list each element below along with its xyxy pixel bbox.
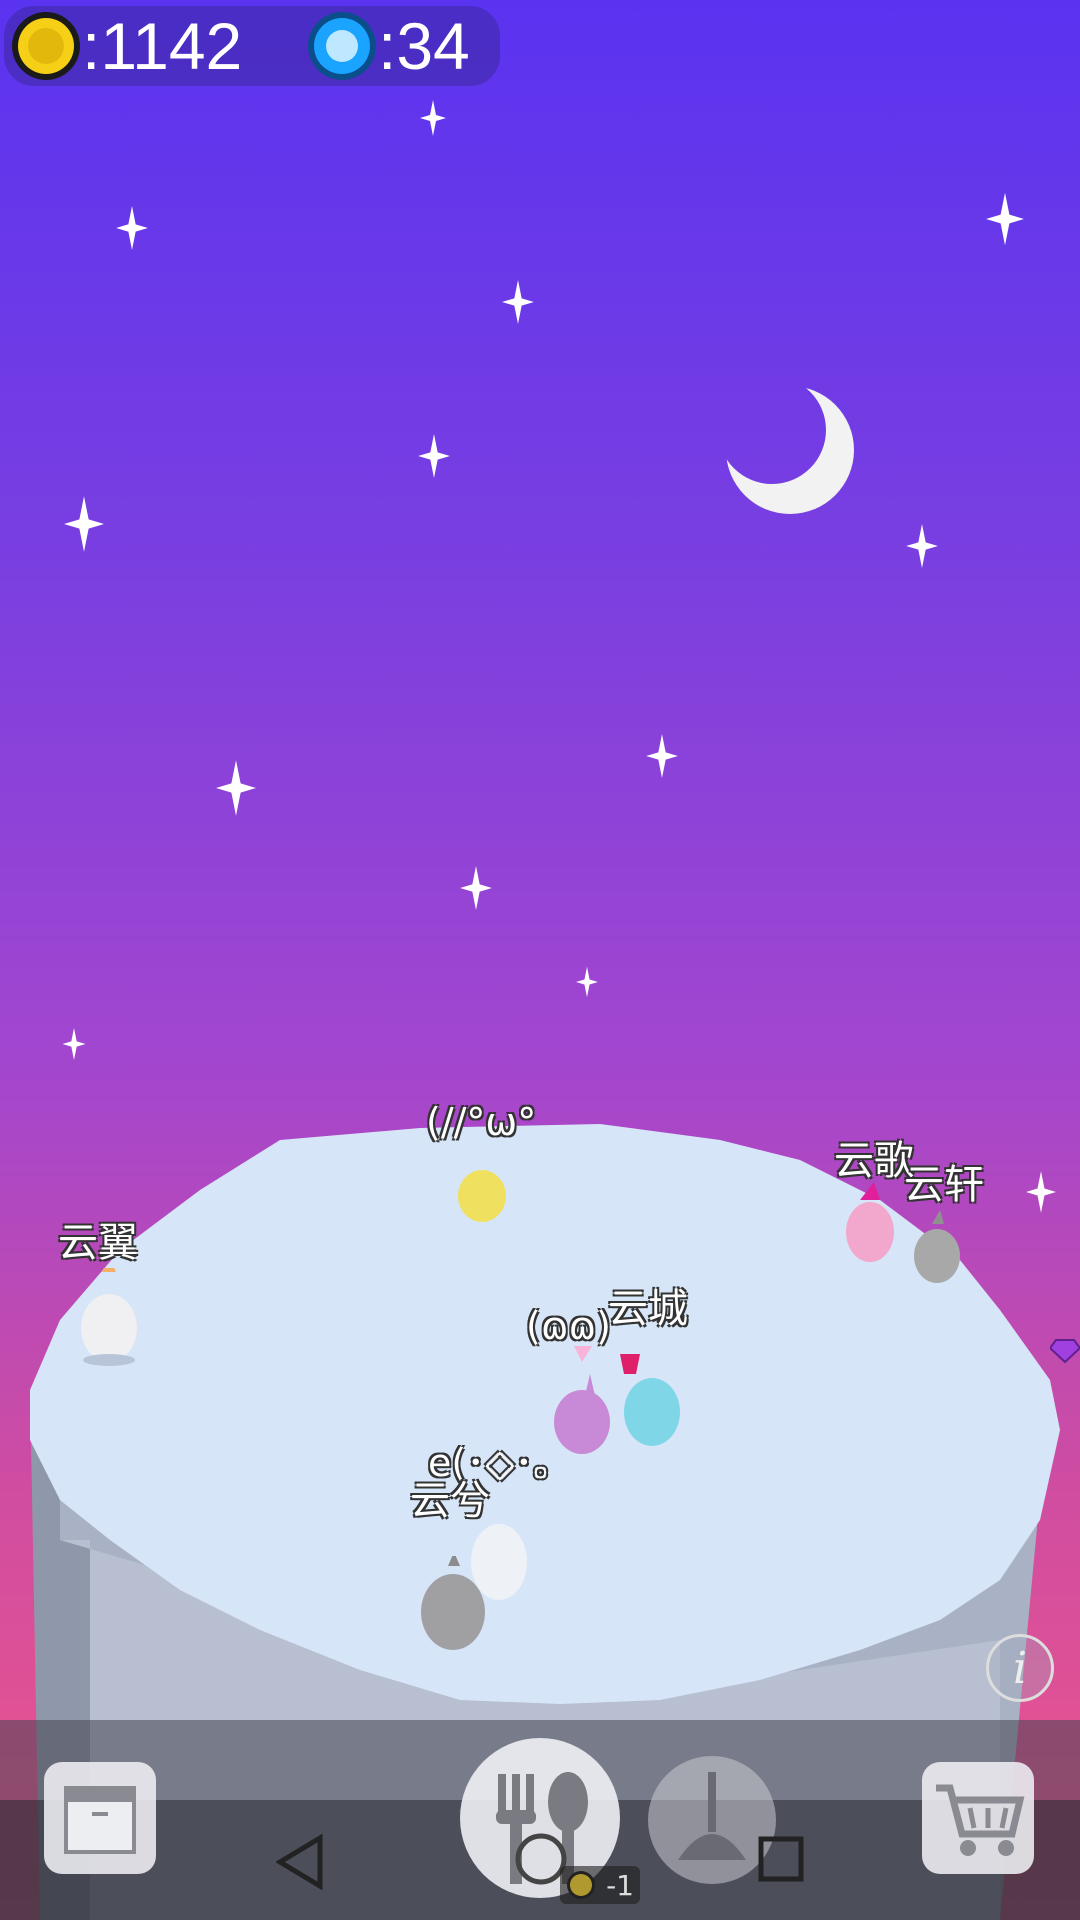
gem-pickup-icon[interactable] bbox=[1050, 1334, 1080, 1364]
gold-coin-icon bbox=[567, 1871, 595, 1899]
character-name: 云歌 bbox=[834, 1138, 914, 1184]
feed-cost: -1 bbox=[606, 1868, 634, 1902]
character-name: 云城 bbox=[608, 1286, 688, 1332]
storage-box-icon bbox=[64, 1786, 136, 1854]
penguin-white[interactable] bbox=[78, 1268, 140, 1368]
penguin-grey-2[interactable] bbox=[418, 1556, 488, 1652]
clean-button[interactable] bbox=[648, 1756, 776, 1884]
coin-count: :1142 bbox=[82, 9, 243, 83]
penguin-grey[interactable] bbox=[912, 1210, 962, 1284]
game-scene: 云翼 (//°ω° 云歌 云轩 (ɷɷ) 云城 e(･◇･｡ 云兮 bbox=[0, 0, 1080, 1920]
shopping-cart-icon bbox=[936, 1784, 1025, 1856]
recent-square-icon[interactable] bbox=[758, 1836, 804, 1882]
penguin-purple[interactable] bbox=[552, 1340, 612, 1456]
storage-box-button[interactable] bbox=[44, 1762, 156, 1874]
character-name: 云兮 bbox=[410, 1478, 490, 1524]
coin-counter: :1142 bbox=[10, 6, 242, 86]
floating-island bbox=[30, 1124, 1060, 1920]
penguin-pink[interactable] bbox=[844, 1180, 896, 1264]
gem-counter: :34 bbox=[306, 6, 470, 86]
gem-count: :34 bbox=[378, 9, 470, 83]
emoticon-bubble: (//°ω° bbox=[426, 1100, 537, 1144]
character-name: 云轩 bbox=[904, 1162, 984, 1208]
gold-coin-icon bbox=[12, 12, 80, 80]
blue-gem-icon bbox=[308, 12, 376, 80]
info-label: i bbox=[1012, 1642, 1028, 1694]
blob-yellow[interactable] bbox=[456, 1166, 508, 1224]
emoticon-bubble: (ɷɷ) bbox=[526, 1304, 611, 1348]
plunger-icon bbox=[678, 1772, 746, 1860]
feed-cost-badge: -1 bbox=[560, 1866, 640, 1904]
shop-button[interactable] bbox=[922, 1762, 1034, 1874]
penguin-cyan[interactable] bbox=[614, 1350, 680, 1450]
currency-hud: :1142 :34 bbox=[4, 6, 500, 86]
info-button[interactable]: i bbox=[986, 1634, 1054, 1702]
back-triangle-icon[interactable] bbox=[276, 1834, 326, 1890]
character-name: 云翼 bbox=[58, 1220, 138, 1266]
